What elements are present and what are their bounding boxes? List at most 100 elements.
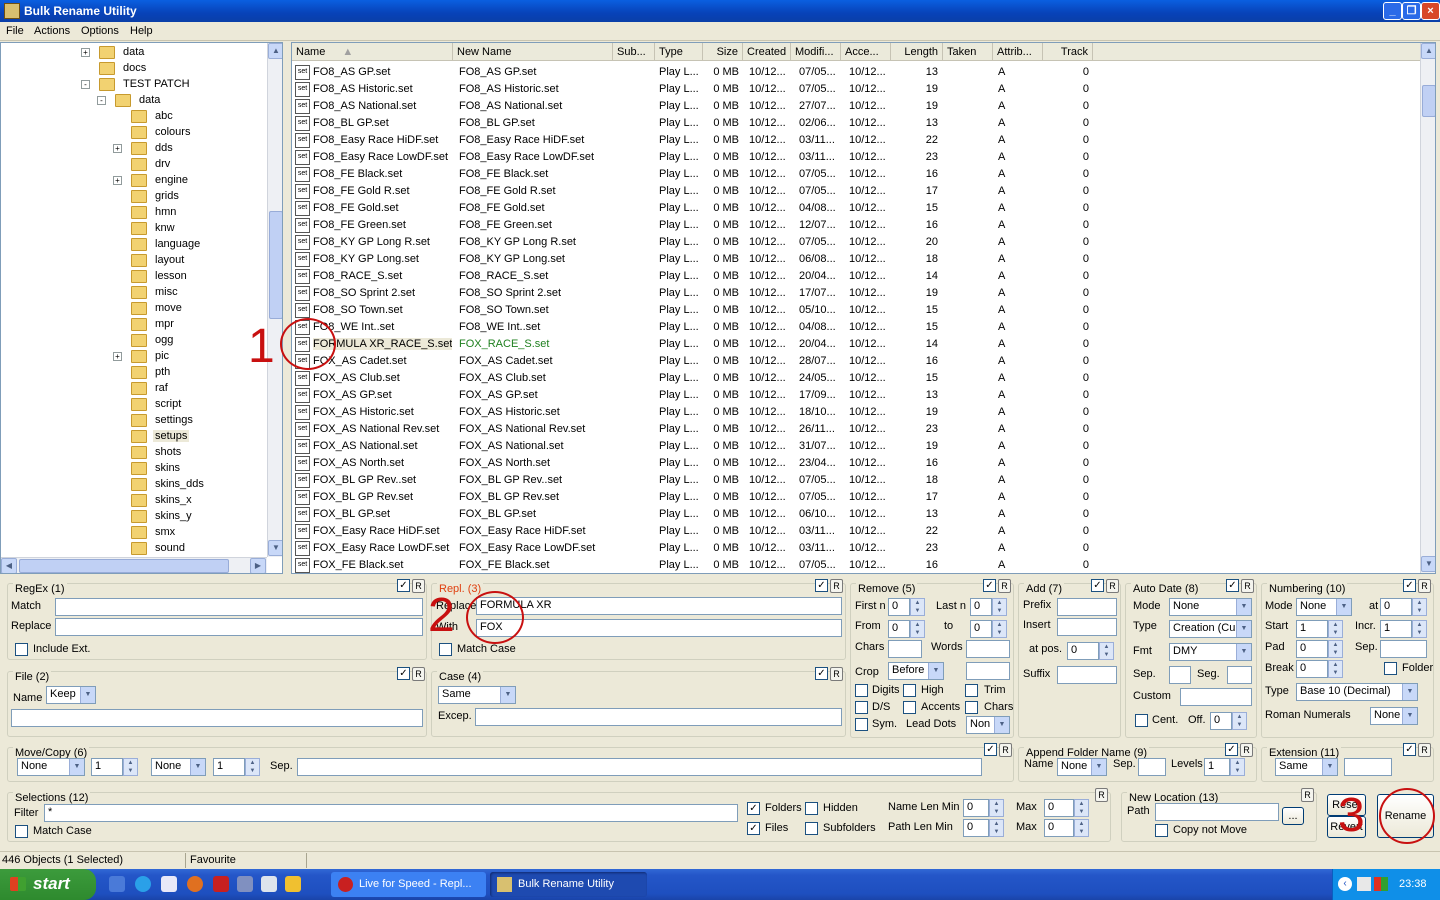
file-list[interactable]: Name ▲ New Name Sub... Type Size Created… [291,42,1436,574]
move-copy-count-input[interactable]: 1 [91,758,123,776]
col-type[interactable]: Type [655,43,703,61]
move-copy-count2-spinner[interactable]: ▲ ▼ [245,758,260,776]
chars-checkbox[interactable] [965,701,978,714]
auto-date-reset-button[interactable]: R [1241,579,1254,593]
af-levels-spinner[interactable]: ▲ ▼ [1230,758,1245,776]
file-row[interactable]: set FO8_FE Black.set FO8_FE Black.set Play … [292,166,1420,183]
tree-item[interactable]: misc [131,285,267,301]
replace-reset-button[interactable]: R [830,579,843,593]
hidden-checkbox[interactable] [805,802,818,815]
sel-match-case-checkbox[interactable] [15,825,28,838]
auto-date-enable-checkbox[interactable]: ✓ [1226,579,1239,592]
quicklaunch-app-icon[interactable] [161,876,177,892]
at-pos-input[interactable]: 0 [1067,642,1099,660]
file-row[interactable]: set FO8_Easy Race LowDF.set FO8_Easy Race … [292,149,1420,166]
num-mode-select[interactable]: None ▼ [1296,598,1352,616]
path-len-min-spinner[interactable]: ▲ ▼ [989,819,1004,837]
num-type-select[interactable]: Base 10 (Decimal) ▼ [1296,683,1418,701]
extension-enable-checkbox[interactable]: ✓ [1403,743,1416,756]
extension-select[interactable]: Same ▼ [1275,758,1338,776]
tree-item[interactable]: setups [131,429,267,445]
ad-type-select[interactable]: Creation (Cur ▼ [1169,620,1252,638]
extension-input[interactable] [1344,758,1392,776]
collapse-icon[interactable]: - [81,80,90,89]
folders-checkbox[interactable]: ✓ [747,802,760,815]
from-input[interactable]: 0 [888,620,910,638]
replace-enable-checkbox[interactable]: ✓ [815,579,828,592]
file-row[interactable]: set FO8_RACE_S.set FO8_RACE_S.set Play L...… [292,268,1420,285]
sym-checkbox[interactable] [855,718,868,731]
tree-item[interactable]: skins_x [131,493,267,509]
num-break-spinner[interactable]: ▲ ▼ [1328,660,1343,678]
chevron-left-icon[interactable]: ‹ [1338,877,1352,891]
menu-actions[interactable]: Actions [34,25,70,37]
maximize-button[interactable]: ❐ [1402,2,1421,20]
regex-replace-input[interactable] [55,618,423,636]
ad-custom-input[interactable] [1180,688,1252,706]
lead-dots-select[interactable]: Non ▼ [966,716,1010,734]
af-name-select[interactable]: None ▼ [1057,758,1107,776]
tree-item[interactable]: settings [131,413,267,429]
case-enable-checkbox[interactable]: ✓ [815,667,828,680]
expand-icon[interactable]: + [113,144,122,153]
hscroll-thumb[interactable] [19,559,229,573]
tree-item[interactable]: smx [131,525,267,541]
ad-mode-select[interactable]: None ▼ [1169,598,1252,616]
move-copy-mode2-select[interactable]: None ▼ [151,758,206,776]
scroll-thumb[interactable] [269,211,282,319]
crop-input[interactable] [966,662,1010,680]
quicklaunch-ie-icon[interactable] [135,876,151,892]
file-row[interactable]: set FO8_AS National.set FO8_AS National.se… [292,98,1420,115]
ad-sep-input[interactable] [1169,666,1191,684]
match-case-checkbox[interactable] [439,643,452,656]
move-copy-enable-checkbox[interactable]: ✓ [984,743,997,756]
file-row[interactable]: set FOX_Easy Race LowDF.set FOX_Easy Race … [292,540,1420,557]
file-row[interactable]: set FO8_BL GP.set FO8_BL GP.set Play L... 0 … [292,115,1420,132]
with-input[interactable]: FOX [476,619,842,637]
file-row[interactable]: set FO8_AS GP.set FO8_AS GP.set Play L... 0 … [292,64,1420,81]
filter-input[interactable]: * [44,804,738,822]
new-location-reset-button[interactable]: R [1301,788,1314,802]
tree-item[interactable]: docs [99,61,267,77]
expand-icon[interactable]: + [113,352,122,361]
high-checkbox[interactable] [903,684,916,697]
tree-item[interactable]: language [131,237,267,253]
folder-tree[interactable]: + data docs - TEST PATCH - data abc colours + dds d… [0,42,283,574]
file-reset-button[interactable]: R [412,667,425,681]
menu-help[interactable]: Help [130,25,153,37]
menu-options[interactable]: Options [81,25,119,37]
col-created[interactable]: Created [743,43,791,61]
file-row[interactable]: set FORMULA XR_RACE_S.set FOX_RACE_S.set Pl… [292,336,1420,353]
include-ext-checkbox[interactable] [15,643,28,656]
cent-checkbox[interactable] [1135,714,1148,727]
scroll-left-icon[interactable]: ◀ [1,558,17,573]
selections-reset-button[interactable]: R [1095,788,1108,802]
move-copy-count2-input[interactable]: 1 [213,758,245,776]
file-row[interactable]: set FOX_AS GP.set FOX_AS GP.set Play L... 0 … [292,387,1420,404]
task-bulk-rename[interactable]: Bulk Rename Utility [490,872,647,897]
tree-item[interactable]: raf [131,381,267,397]
af-levels-input[interactable]: 1 [1204,758,1230,776]
num-incr-spinner[interactable]: ▲ ▼ [1412,620,1427,638]
suffix-input[interactable] [1057,666,1117,684]
scroll-down-icon[interactable]: ▼ [1421,556,1435,572]
scroll-down-icon[interactable]: ▼ [268,540,282,556]
file-row[interactable]: set FO8_WE Int..set FO8_WE Int..set Play L.… [292,319,1420,336]
af-sep-input[interactable] [1138,758,1166,776]
col-attrib[interactable]: Attrib... [993,43,1043,61]
num-folder-checkbox[interactable] [1384,662,1397,675]
tree-item[interactable]: mpr [131,317,267,333]
tree-item[interactable]: + pic [113,349,267,365]
file-enable-checkbox[interactable]: ✓ [397,667,410,680]
regex-reset-button[interactable]: R [412,579,425,593]
col-modified[interactable]: Modifi... [791,43,841,61]
path-len-max-input[interactable]: 0 [1044,819,1074,837]
start-button[interactable]: start [0,869,96,900]
num-start-input[interactable]: 1 [1296,620,1328,638]
num-incr-input[interactable]: 1 [1380,620,1412,638]
tree-item[interactable]: drv [131,157,267,173]
prefix-input[interactable] [1057,598,1117,616]
file-row[interactable]: set FOX_AS National.set FOX_AS National.se… [292,438,1420,455]
roman-select[interactable]: None ▼ [1370,707,1418,725]
file-row[interactable]: set FO8_AS Historic.set FO8_AS Historic.se… [292,81,1420,98]
